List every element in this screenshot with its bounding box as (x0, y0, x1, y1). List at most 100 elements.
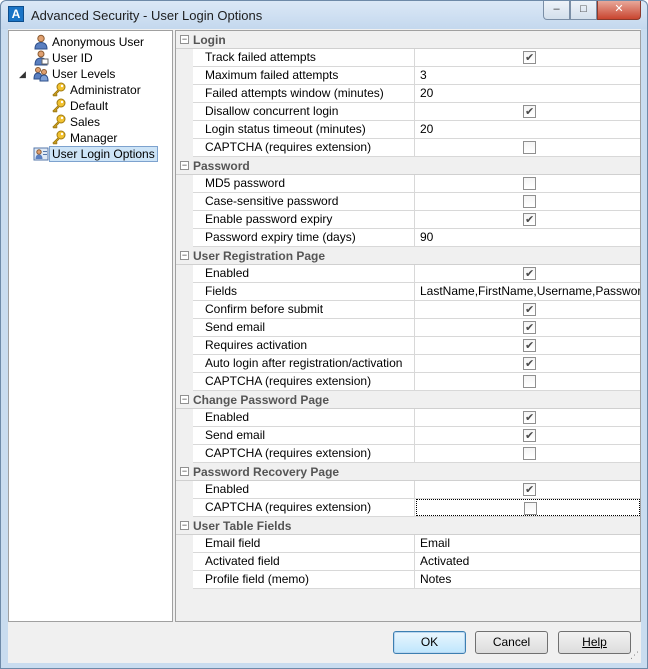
property-name: Enabled (193, 265, 415, 282)
property-name: Password expiry time (days) (193, 229, 415, 246)
checkbox[interactable]: ✔ (523, 483, 536, 496)
property-checkbox-cell[interactable] (416, 193, 640, 210)
property-row[interactable]: Disallow concurrent login ✔ (193, 103, 640, 121)
property-row[interactable]: Fields LastName,FirstName,Username,Passwo… (193, 283, 640, 301)
checkbox[interactable]: ✔ (523, 357, 536, 370)
property-name: Auto login after registration/activation (193, 355, 415, 372)
checkbox[interactable]: ✔ (523, 213, 536, 226)
property-row[interactable]: Password expiry time (days) 90 (193, 229, 640, 247)
tree-item[interactable]: Default (51, 98, 108, 114)
property-row[interactable]: Send email ✔ (193, 319, 640, 337)
help-button[interactable]: Help (558, 631, 631, 654)
property-checkbox-cell[interactable] (416, 373, 640, 390)
collapse-icon[interactable]: − (180, 35, 189, 44)
property-value[interactable]: LastName,FirstName,Username,Password,Ema (416, 283, 640, 300)
property-value[interactable]: 20 (416, 121, 640, 138)
close-button[interactable]: ✕ (597, 1, 641, 20)
property-row[interactable]: CAPTCHA (requires extension) (193, 139, 640, 157)
collapse-icon[interactable]: − (180, 467, 189, 476)
checkbox[interactable]: ✔ (523, 411, 536, 424)
property-checkbox-cell[interactable] (416, 175, 640, 192)
property-grid[interactable]: − Login Track failed attempts ✔ Maximum fail… (175, 30, 641, 622)
checkbox[interactable]: ✔ (523, 267, 536, 280)
property-row[interactable]: Enabled ✔ (193, 481, 640, 499)
collapse-icon[interactable]: − (180, 395, 189, 404)
checkbox[interactable]: ✔ (523, 321, 536, 334)
tree-item[interactable]: Anonymous User (33, 34, 144, 50)
property-row[interactable]: Requires activation ✔ (193, 337, 640, 355)
checkbox[interactable]: ✔ (523, 303, 536, 316)
property-row[interactable]: Enabled ✔ (193, 409, 640, 427)
maximize-button[interactable]: □ (570, 1, 597, 20)
property-value[interactable]: Notes (416, 571, 640, 588)
checkbox[interactable] (523, 375, 536, 388)
checkbox[interactable] (524, 502, 537, 515)
property-name: Enabled (193, 481, 415, 498)
checkbox[interactable]: ✔ (523, 339, 536, 352)
property-row[interactable]: Send email ✔ (193, 427, 640, 445)
collapse-icon[interactable]: − (180, 521, 189, 530)
property-row[interactable]: Profile field (memo) Notes (193, 571, 640, 589)
property-value[interactable]: 20 (416, 85, 640, 102)
collapse-icon[interactable]: − (180, 251, 189, 260)
ok-button[interactable]: OK (393, 631, 466, 654)
property-row[interactable]: Activated field Activated (193, 553, 640, 571)
property-checkbox-cell[interactable]: ✔ (416, 427, 640, 444)
settings-tree[interactable]: Anonymous User User ID User Levels ◢ Adminis… (8, 30, 173, 622)
tree-item[interactable]: User Levels (33, 66, 115, 82)
property-row[interactable]: CAPTCHA (requires extension) (193, 445, 640, 463)
property-checkbox-cell[interactable] (416, 139, 640, 156)
cancel-button[interactable]: Cancel (475, 631, 548, 654)
checkbox[interactable]: ✔ (523, 51, 536, 64)
property-row[interactable]: Failed attempts window (minutes) 20 (193, 85, 640, 103)
property-checkbox-cell[interactable]: ✔ (416, 409, 640, 426)
property-checkbox-cell[interactable] (416, 445, 640, 462)
checkbox[interactable] (523, 177, 536, 190)
property-value[interactable]: Email (416, 535, 640, 552)
property-checkbox-cell[interactable]: ✔ (416, 319, 640, 336)
key-icon (51, 130, 67, 146)
property-row[interactable]: Maximum failed attempts 3 (193, 67, 640, 85)
property-checkbox-cell[interactable]: ✔ (416, 301, 640, 318)
property-row[interactable]: Confirm before submit ✔ (193, 301, 640, 319)
property-value[interactable]: 3 (416, 67, 640, 84)
property-row[interactable]: Enable password expiry ✔ (193, 211, 640, 229)
tree-expander-icon[interactable]: ◢ (19, 69, 26, 80)
property-checkbox-cell[interactable]: ✔ (416, 211, 640, 228)
title-bar[interactable]: A Advanced Security - User Login Options… (1, 1, 647, 29)
property-row[interactable]: Track failed attempts ✔ (193, 49, 640, 67)
tree-item[interactable]: User ID (33, 50, 93, 66)
minimize-button[interactable]: – (543, 1, 570, 20)
tree-item[interactable]: Sales (51, 114, 100, 130)
property-row[interactable]: Auto login after registration/activation… (193, 355, 640, 373)
collapse-icon[interactable]: − (180, 161, 189, 170)
property-row[interactable]: CAPTCHA (requires extension) (193, 499, 640, 517)
checkbox[interactable] (523, 447, 536, 460)
tree-item[interactable]: Manager (51, 130, 117, 146)
property-row[interactable]: CAPTCHA (requires extension) (193, 373, 640, 391)
property-value[interactable]: Activated (416, 553, 640, 570)
property-row[interactable]: Enabled ✔ (193, 265, 640, 283)
property-row[interactable]: MD5 password (193, 175, 640, 193)
property-row[interactable]: Email field Email (193, 535, 640, 553)
tree-item[interactable]: Administrator (51, 82, 141, 98)
tree-item[interactable]: User Login Options (33, 146, 158, 162)
property-checkbox-cell[interactable]: ✔ (416, 265, 640, 282)
property-checkbox-cell[interactable]: ✔ (416, 49, 640, 66)
property-checkbox-cell[interactable]: ✔ (416, 481, 640, 498)
key-icon (51, 114, 67, 130)
checkbox[interactable] (523, 195, 536, 208)
checkbox[interactable]: ✔ (523, 429, 536, 442)
property-checkbox-cell[interactable]: ✔ (416, 103, 640, 120)
checkbox[interactable] (523, 141, 536, 154)
property-row[interactable]: Login status timeout (minutes) 20 (193, 121, 640, 139)
property-value[interactable]: 90 (416, 229, 640, 246)
property-checkbox-cell[interactable] (416, 499, 640, 516)
checkbox[interactable]: ✔ (523, 105, 536, 118)
property-checkbox-cell[interactable]: ✔ (416, 355, 640, 372)
tree-item-label: User Levels (52, 67, 116, 81)
check-mark-icon: ✔ (525, 430, 535, 442)
resize-grip-icon[interactable]: ⋰ (630, 650, 639, 661)
property-row[interactable]: Case-sensitive password (193, 193, 640, 211)
property-checkbox-cell[interactable]: ✔ (416, 337, 640, 354)
